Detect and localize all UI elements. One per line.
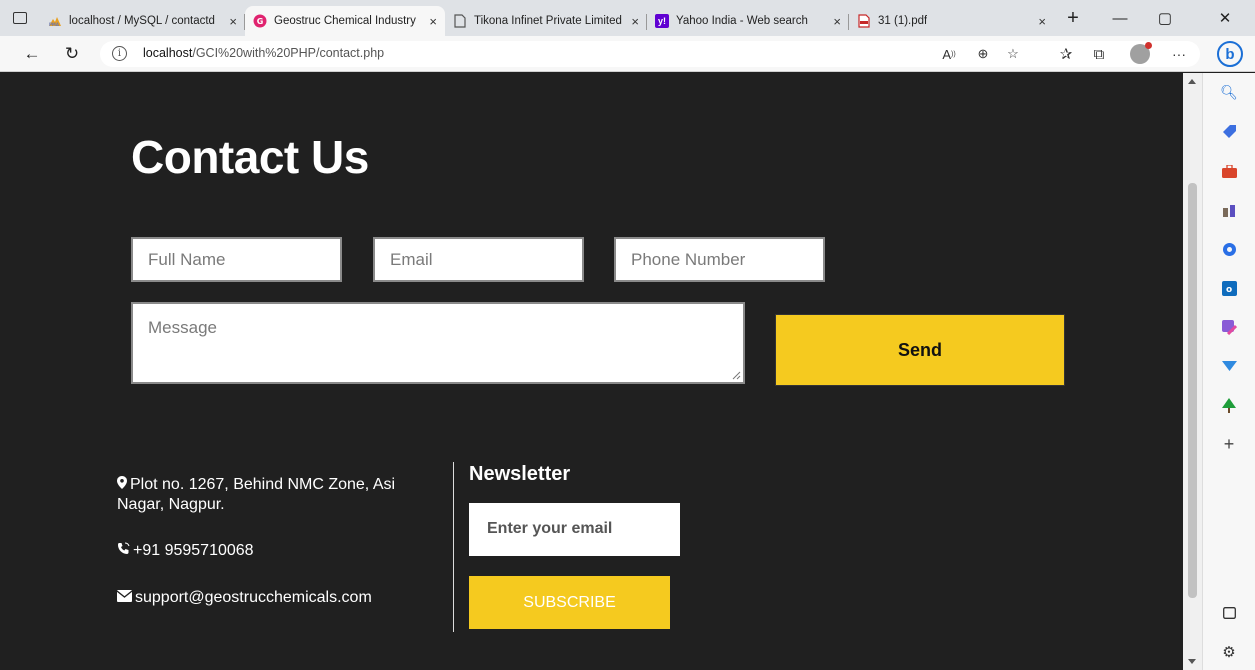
message-field[interactable]: Message <box>131 302 745 384</box>
minimize-icon[interactable]: — <box>1100 0 1140 36</box>
email-line: support@geostrucchemicals.com <box>116 588 372 608</box>
map-marker-icon <box>117 475 127 495</box>
tab-title: localhost / MySQL / contactd <box>69 15 215 27</box>
tab-close-icon[interactable]: × <box>1032 14 1046 29</box>
tab-close-icon[interactable]: × <box>625 14 639 29</box>
page-content: Contact Us Full Name Email Phone Number … <box>0 73 1183 670</box>
tab-tikona[interactable]: Tikona Infinet Private Limited × <box>445 6 647 36</box>
send-button[interactable]: Send <box>775 314 1065 386</box>
tab-title: Geostruc Chemical Industry <box>274 15 416 27</box>
scroll-thumb[interactable] <box>1188 183 1197 598</box>
pdf-icon <box>857 14 871 28</box>
site-info-icon[interactable]: i <box>112 46 127 61</box>
collections-icon[interactable]: ⧉ <box>1088 36 1110 72</box>
shopping-tag-icon[interactable] <box>1220 122 1238 140</box>
settings-gear-icon[interactable]: ⚙ <box>1220 643 1238 661</box>
footer-divider <box>453 462 454 632</box>
scroll-up-icon[interactable] <box>1188 79 1196 84</box>
full-name-placeholder: Full Name <box>148 250 226 269</box>
phone-text: +91 9595710068 <box>133 542 254 559</box>
page-scrollbar[interactable] <box>1183 73 1202 670</box>
tab-yahoo[interactable]: y! Yahoo India - Web search × <box>647 6 849 36</box>
profile-avatar[interactable] <box>1128 36 1152 72</box>
favorites-icon[interactable]: ✰ <box>1055 36 1077 72</box>
url-text: localhost/GCI%20with%20PHP/contact.php <box>143 46 385 60</box>
sidebar-layout-icon[interactable] <box>1220 604 1238 622</box>
drop-icon[interactable] <box>1220 357 1238 375</box>
tab-title: Yahoo India - Web search <box>676 15 808 27</box>
edge-sidebar: 🔍︎ o + ⚙ <box>1202 73 1255 670</box>
svg-text:G: G <box>257 17 264 26</box>
favorite-star-icon[interactable]: ☆ <box>1002 36 1024 72</box>
full-name-field[interactable]: Full Name <box>131 237 342 282</box>
geostruc-icon: G <box>253 14 267 28</box>
phpmyadmin-icon: PMA <box>48 14 62 28</box>
designer-icon[interactable] <box>1220 318 1238 336</box>
tab-title: 31 (1).pdf <box>878 15 928 27</box>
tab-actions-icon <box>13 12 27 24</box>
message-placeholder: Message <box>148 318 217 337</box>
tab-phpmyadmin[interactable]: PMA localhost / MySQL / contactd × <box>40 6 245 36</box>
newsletter-email-input[interactable]: Enter your email <box>469 503 680 556</box>
tab-close-icon[interactable]: × <box>223 14 237 29</box>
tab-close-icon[interactable]: × <box>423 14 437 29</box>
email-field[interactable]: Email <box>373 237 584 282</box>
restore-icon[interactable]: ▢ <box>1145 0 1185 36</box>
refresh-icon[interactable]: ↻ <box>58 36 86 72</box>
tools-briefcase-icon[interactable] <box>1220 162 1238 180</box>
email-text: support@geostrucchemicals.com <box>135 589 372 606</box>
subscribe-button[interactable]: SUBSCRIBE <box>469 576 670 629</box>
phone-field[interactable]: Phone Number <box>614 237 825 282</box>
resize-grip-icon[interactable] <box>732 371 741 380</box>
svg-text:PMA: PMA <box>49 22 60 27</box>
read-aloud-icon[interactable]: A)) <box>938 36 960 72</box>
outlook-icon[interactable]: o <box>1220 279 1238 297</box>
tab-close-icon[interactable]: × <box>827 14 841 29</box>
page-icon <box>453 14 467 28</box>
yahoo-icon: y! <box>655 14 669 28</box>
svg-text:o: o <box>1226 285 1232 295</box>
tab-title: Tikona Infinet Private Limited <box>474 15 622 27</box>
close-window-icon[interactable]: ✕ <box>1200 0 1250 36</box>
phone-placeholder: Phone Number <box>631 250 746 269</box>
phone-icon <box>117 541 130 561</box>
scroll-down-icon[interactable] <box>1188 659 1196 664</box>
address-line: Plot no. 1267, Behind NMC Zone, Asi Naga… <box>117 475 437 515</box>
microsoft-365-icon[interactable] <box>1220 240 1238 258</box>
phone-line: +91 9595710068 <box>117 541 254 561</box>
newsletter-heading: Newsletter <box>469 463 571 485</box>
address-bar: ← ↻ i localhost/GCI%20with%20PHP/contact… <box>0 36 1255 72</box>
address-text: Plot no. 1267, Behind NMC Zone, Asi Naga… <box>117 476 396 513</box>
bing-copilot-icon[interactable]: b <box>1215 36 1245 72</box>
new-tab-button[interactable]: + <box>1058 0 1088 36</box>
page-title: Contact Us <box>131 131 369 183</box>
email-placeholder: Email <box>390 250 433 269</box>
tree-icon[interactable] <box>1220 396 1238 414</box>
add-sidebar-app-icon[interactable]: + <box>1220 434 1238 454</box>
tab-pdf[interactable]: 31 (1).pdf × <box>849 6 1054 36</box>
tab-actions-button[interactable] <box>0 0 40 36</box>
newsletter-placeholder: Enter your email <box>487 520 613 537</box>
search-icon[interactable]: 🔍︎ <box>1220 83 1238 101</box>
envelope-icon <box>116 588 133 608</box>
back-icon[interactable]: ← <box>18 36 46 72</box>
more-menu-button[interactable]: ··· <box>1168 36 1190 72</box>
tab-strip: PMA localhost / MySQL / contactd × G Geo… <box>0 0 1255 36</box>
url-field[interactable]: i localhost/GCI%20with%20PHP/contact.php <box>100 41 1200 67</box>
games-icon[interactable] <box>1220 201 1238 219</box>
zoom-icon[interactable]: ⊕ <box>972 36 994 72</box>
tab-geostruc[interactable]: G Geostruc Chemical Industry × <box>245 6 445 36</box>
